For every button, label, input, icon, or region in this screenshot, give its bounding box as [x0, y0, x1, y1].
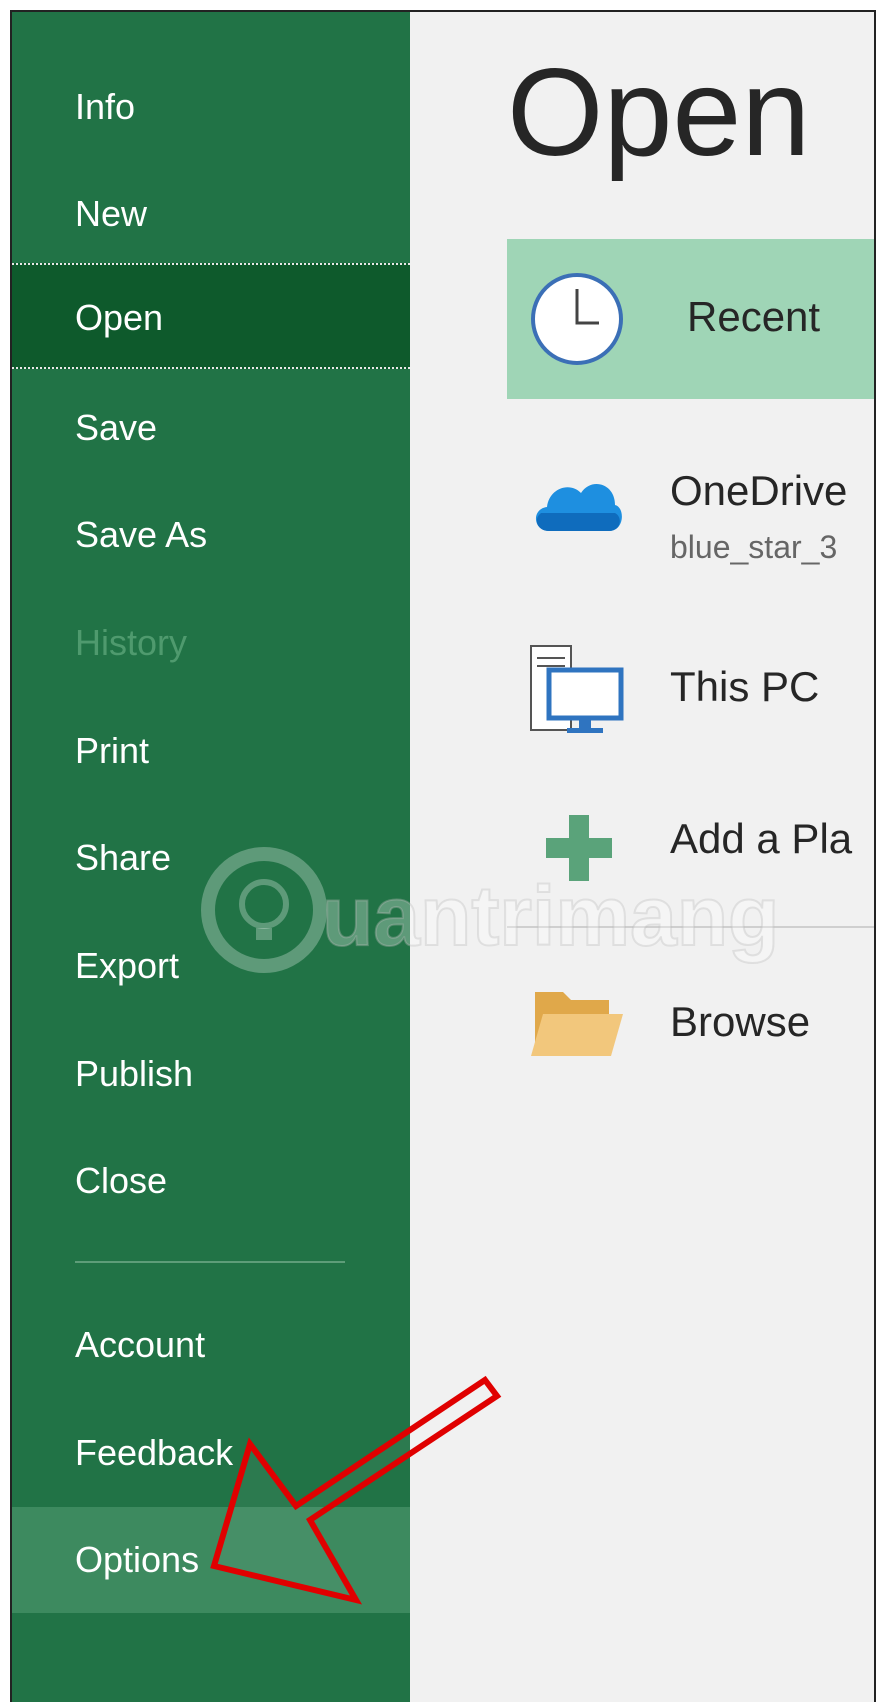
separator-line: [507, 926, 874, 928]
nav-export[interactable]: Export: [12, 913, 410, 1019]
location-label: OneDrive: [670, 467, 848, 514]
folder-icon: [531, 992, 623, 1056]
location-this-pc[interactable]: This PC: [507, 617, 874, 777]
nav-divider: [75, 1261, 345, 1263]
location-sublabel: blue_star_3: [670, 529, 838, 565]
cloud-icon: [535, 483, 622, 531]
clock-icon: [531, 273, 623, 365]
location-onedrive[interactable]: OneDrive blue_star_3: [507, 437, 874, 597]
nav-save[interactable]: Save: [12, 375, 410, 481]
nav-account[interactable]: Account: [12, 1292, 410, 1398]
nav-options[interactable]: Options: [12, 1507, 410, 1613]
location-browse[interactable]: Browse: [507, 954, 874, 1114]
location-label: Recent: [687, 293, 821, 340]
nav-close[interactable]: Close: [12, 1128, 410, 1234]
nav-feedback[interactable]: Feedback: [12, 1400, 410, 1506]
plus-icon: [546, 815, 612, 881]
backstage-sidebar: Info New Open Save Save As History Print…: [12, 12, 410, 1702]
nav-print[interactable]: Print: [12, 698, 410, 804]
excel-backstage: Info New Open Save Save As History Print…: [10, 10, 876, 1702]
backstage-main: Open Recent OneDrive blue_star_3 This PC…: [410, 12, 874, 1702]
nav-new[interactable]: New: [12, 161, 410, 267]
location-recent[interactable]: Recent: [507, 239, 874, 399]
nav-share[interactable]: Share: [12, 805, 410, 911]
location-add-place[interactable]: Add a Pla: [507, 775, 874, 935]
nav-publish[interactable]: Publish: [12, 1021, 410, 1127]
nav-history: History: [75, 622, 188, 663]
page-title: Open: [507, 44, 811, 182]
nav-save-as[interactable]: Save As: [12, 482, 410, 588]
location-label: This PC: [670, 663, 820, 710]
computer-icon: [530, 645, 624, 733]
location-label: Browse: [670, 998, 811, 1045]
location-label: Add a Pla: [670, 815, 853, 862]
nav-info[interactable]: Info: [12, 54, 410, 160]
nav-open[interactable]: Open: [12, 263, 410, 369]
